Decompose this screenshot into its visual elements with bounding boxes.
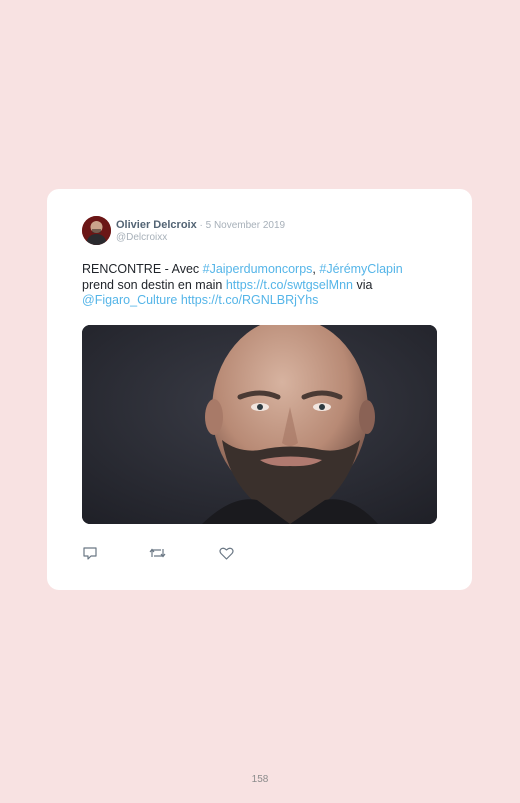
tweet-photo[interactable] (82, 325, 437, 524)
mention-link[interactable]: @Figaro_Culture (82, 293, 177, 307)
retweet-button[interactable] (148, 545, 166, 561)
text-segment: via (352, 277, 373, 292)
url-link[interactable]: https://t.co/RGNLBRjYhs (181, 293, 319, 307)
tweet-card: Olivier Delcroix · 5 November 2019 @Delc… (47, 189, 472, 590)
like-button[interactable] (217, 545, 235, 561)
hashtag-link[interactable]: #Jaiperdumoncorps (203, 262, 313, 276)
page-number: 158 (251, 774, 269, 785)
text-segment: prend son destin en main (82, 277, 226, 292)
text-segment: RENCONTRE - Avec (82, 262, 203, 276)
reply-button[interactable] (81, 545, 99, 561)
avatar-image (82, 216, 111, 245)
heart-icon (218, 547, 234, 560)
avatar[interactable] (82, 216, 111, 245)
author-handle[interactable]: @Delcroixx (116, 232, 167, 244)
author-line: Olivier Delcroix · 5 November 2019 (116, 218, 285, 233)
reply-icon (83, 547, 97, 560)
author-name[interactable]: Olivier Delcroix (116, 219, 197, 231)
hashtag-link[interactable]: #JérémyClapin (319, 262, 402, 276)
tweet-text: RENCONTRE - Avec #Jaiperdumoncorps, #Jér… (82, 262, 442, 309)
retweet-icon (149, 548, 165, 558)
url-link[interactable]: https://t.co/swtgselMnn (226, 278, 353, 292)
tweet-date[interactable]: 5 November 2019 (206, 220, 286, 231)
meta-separator: · (196, 220, 206, 231)
portrait-image (82, 325, 437, 524)
